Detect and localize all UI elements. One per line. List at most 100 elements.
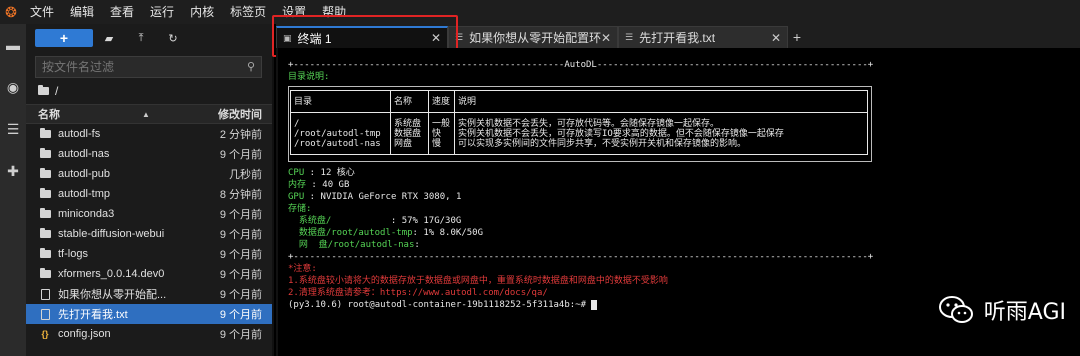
sys-disk-key: 系统盘/ <box>288 216 391 226</box>
activity-bar: ▬ ◉ ☰ ✚ <box>0 24 26 356</box>
speed-data: 快 <box>432 128 442 139</box>
note-line-2: 2.清理系统盘请参考：https://www.autodl.com/docs/q… <box>288 288 548 298</box>
file-row[interactable]: autodl-tmp 8 分钟前 <box>26 184 272 204</box>
file-row[interactable]: miniconda3 9 个月前 <box>26 204 272 224</box>
file-name: 先打开看我.txt <box>58 309 128 321</box>
file-name: config.json <box>58 328 111 340</box>
path-nas: /root/autodl-nas <box>294 138 381 149</box>
tab-readme-first[interactable]: ☰ 先打开看我.txt ✕ <box>618 26 788 48</box>
new-folder-icon[interactable]: ▰ <box>93 29 125 47</box>
gpu-line: GPU : NVIDIA GeForce RTX 3080, 1 <box>288 192 461 202</box>
menu-edit[interactable]: 编辑 <box>62 0 102 24</box>
text-file-icon: ☰ <box>625 32 634 42</box>
gpu-value: : NVIDIA GeForce RTX 3080, 1 <box>304 192 462 202</box>
desc-data: 实例关机数据不会丢失，可存放读写IO要求高的数据。但不会随保存镜像一起保存 <box>458 128 784 139</box>
file-row[interactable]: xformers_0.0.14.dev0 9 个月前 <box>26 264 272 284</box>
folder-icon <box>38 188 52 198</box>
close-icon[interactable]: ✕ <box>601 31 611 45</box>
file-name: tf-logs <box>58 248 88 260</box>
speed-system: 一般 <box>432 118 451 129</box>
menu-help[interactable]: 帮助 <box>314 0 354 24</box>
table-header-desc: 说明 <box>454 90 868 113</box>
mem-key: 内存 <box>288 180 307 190</box>
file-modified: 9 个月前 <box>219 249 262 261</box>
new-launcher-button[interactable]: + <box>35 29 93 47</box>
file-browser: + ▰ ⤒ ↻ ⚲ / 名称 ▲ 修改时间 autodl-fs2 分钟前auto… <box>26 24 274 356</box>
file-modified: 9 个月前 <box>219 309 262 321</box>
upload-icon[interactable]: ⤒ <box>125 29 157 47</box>
file-row[interactable]: stable-diffusion-webui 9 个月前 <box>26 224 272 244</box>
file-row[interactable]: 如果你想从零开始配... 9 个月前 <box>26 284 272 304</box>
menu-tabs[interactable]: 标签页 <box>222 0 274 24</box>
wechat-icon <box>938 296 973 323</box>
file-name: 如果你想从零开始配... <box>58 289 167 301</box>
table-cell-names: 系统盘 数据盘 网盘 <box>390 112 429 155</box>
note-line-1: 1.系统盘较小请将大的数据存放于数据盘或网盘中，重置系统时数据盘和网盘中的数据不… <box>288 276 668 286</box>
file-row[interactable]: autodl-pub 几秒前 <box>26 164 272 184</box>
desc-net: 可以实现多实例间的文件同步共享，不受实例开关机和保存镜像的影响。 <box>458 138 747 149</box>
storage-title: 存储: <box>288 204 312 214</box>
folder-icon <box>38 85 49 95</box>
menu-bar: ❂ 文件 编辑 查看 运行 内核 标签页 设置 帮助 <box>0 0 1080 24</box>
desc-system: 实例关机数据不会丢失，可存放代码等。会随保存镜像一起保存。 <box>458 118 720 129</box>
menu-run[interactable]: 运行 <box>142 0 182 24</box>
file-modified: 几秒前 <box>229 169 262 181</box>
table-header-name: 名称 <box>390 90 429 113</box>
refresh-icon[interactable]: ↻ <box>157 29 189 47</box>
path-tmp: /root/autodl-tmp <box>294 128 381 139</box>
table-header-dir: 目录 <box>290 90 391 113</box>
file-list-header: 名称 ▲ 修改时间 <box>26 104 272 124</box>
name-system: 系统盘 <box>394 118 422 129</box>
mem-line: 内存 : 40 GB <box>288 180 349 190</box>
speed-net: 慢 <box>432 138 442 149</box>
breadcrumb-path[interactable]: / <box>55 84 58 98</box>
cursor <box>591 300 597 310</box>
modified-column-header[interactable]: 修改时间 <box>218 106 262 122</box>
breadcrumb[interactable]: / <box>26 78 272 104</box>
file-modified: 9 个月前 <box>219 229 262 241</box>
name-column-header[interactable]: 名称 <box>38 106 60 122</box>
folder-icon <box>38 248 52 258</box>
tab-label: 终端 1 <box>297 31 332 46</box>
close-icon[interactable]: ✕ <box>771 31 781 45</box>
sort-ascending-icon[interactable]: ▲ <box>142 110 150 119</box>
running-icon[interactable]: ◉ <box>0 66 26 108</box>
file-row[interactable]: tf-logs 9 个月前 <box>26 244 272 264</box>
table-cell-paths: / /root/autodl-tmp /root/autodl-nas <box>290 112 391 155</box>
file-row[interactable]: autodl-nas 9 个月前 <box>26 144 272 164</box>
json-file-icon: {} <box>41 329 49 339</box>
menu-file[interactable]: 文件 <box>22 0 62 24</box>
shell-prompt[interactable]: (py3.10.6) root@autodl-container-19b1118… <box>288 300 597 310</box>
sys-disk-value: : 57% 17G/30G <box>390 216 462 226</box>
name-net: 网盘 <box>394 138 413 149</box>
toc-icon[interactable]: ☰ <box>0 108 26 150</box>
folder-icon[interactable]: ▬ <box>0 24 26 66</box>
net-disk-line: 网 盘/root/autodl-nas: <box>288 240 420 250</box>
menu-view[interactable]: 查看 <box>102 0 142 24</box>
file-modified: 9 个月前 <box>219 149 262 161</box>
file-name: autodl-pub <box>58 168 110 180</box>
file-row[interactable]: 先打开看我.txt 9 个月前 <box>26 304 272 324</box>
tab-readme-env[interactable]: ☰ 如果你想从零开始配置环境.t ✕ <box>448 26 618 48</box>
close-icon[interactable]: ✕ <box>431 31 441 45</box>
menu-settings[interactable]: 设置 <box>274 0 314 24</box>
cpu-value: : 12 核心 <box>304 168 355 178</box>
note-title: *注意: <box>288 264 317 274</box>
separator-line: +---------------------------------------… <box>288 252 874 262</box>
file-name: miniconda3 <box>58 208 115 220</box>
prompt-text: (py3.10.6) root@autodl-container-19b1118… <box>288 300 592 310</box>
extension-icon[interactable]: ✚ <box>0 150 26 192</box>
file-name: stable-diffusion-webui <box>58 228 165 240</box>
file-name: autodl-tmp <box>58 188 110 200</box>
menu-kernel[interactable]: 内核 <box>182 0 222 24</box>
data-disk-key: 数据盘/root/autodl-tmp <box>288 228 413 238</box>
text-file-icon <box>38 288 52 300</box>
add-tab-icon[interactable]: + <box>788 26 806 48</box>
file-row[interactable]: {} config.json 9 个月前 <box>26 324 272 344</box>
file-row[interactable]: autodl-fs 2 分钟前 <box>26 124 272 144</box>
filter-input[interactable] <box>42 60 242 74</box>
file-modified: 9 个月前 <box>219 209 262 221</box>
path-root: / <box>294 118 300 129</box>
tab-terminal[interactable]: ▣ 终端 1 ✕ <box>276 26 448 48</box>
net-disk-key: 网 盘/root/autodl-nas <box>288 240 415 250</box>
